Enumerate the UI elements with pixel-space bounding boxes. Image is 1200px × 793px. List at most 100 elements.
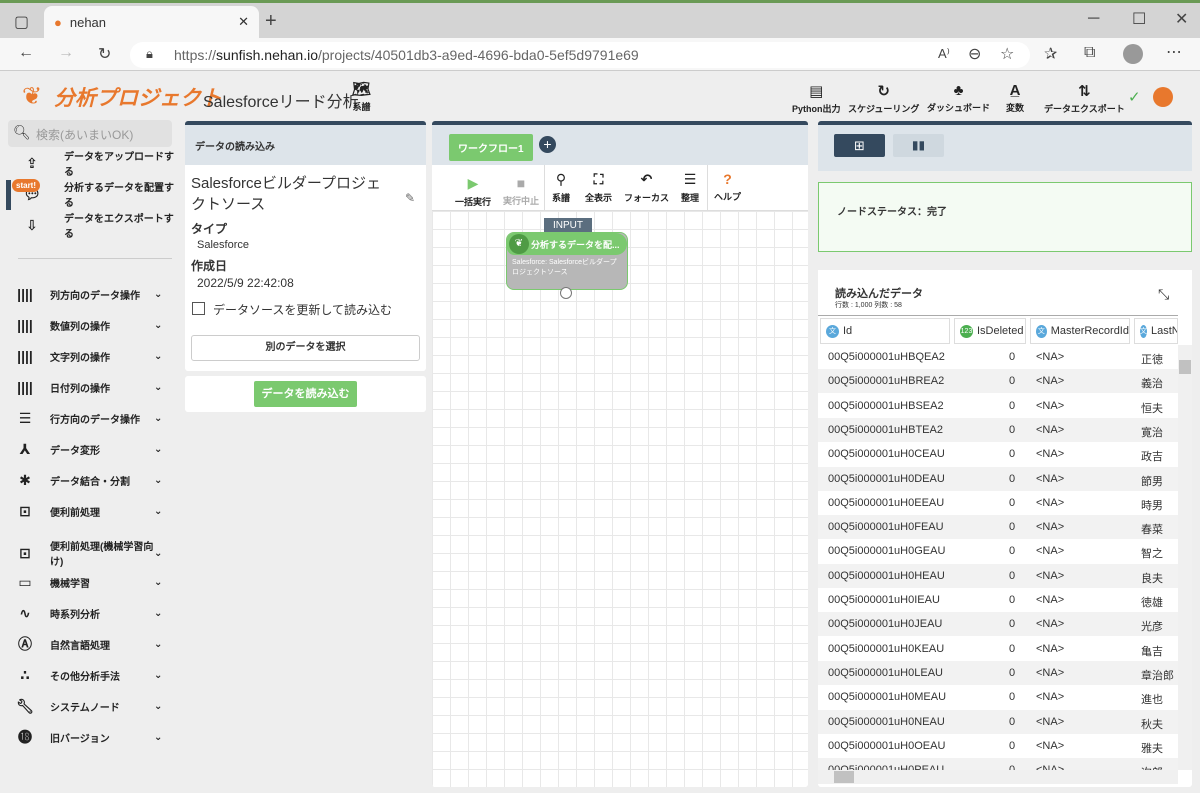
chevron-down-icon[interactable]: ⌄ <box>154 548 180 559</box>
sidebar-category[interactable]: ∿ 時系列分析 ⌄ <box>0 603 180 623</box>
node-search-input[interactable]: 検索(あいまいOK) <box>8 120 172 147</box>
sidebar-category[interactable]: ▭ 機械学習 ⌄ <box>0 572 180 592</box>
table-view-tab[interactable]: ⊞ <box>834 134 885 157</box>
variables-button[interactable]: A̲ 変数 <box>1006 82 1024 114</box>
arrange-button[interactable]: ☰ 整理 <box>681 171 699 204</box>
chevron-down-icon[interactable]: ⌄ <box>154 608 180 619</box>
chart-view-tab[interactable]: ▮▮ <box>893 134 944 157</box>
table-row[interactable]: 00Q5i000001uH0EEAU 0 <NA> 時男 <box>818 490 1178 515</box>
table-row[interactable]: 00Q5i000001uH0DEAU 0 <NA> 節男 <box>818 466 1178 491</box>
select-other-data-button[interactable]: 別のデータを選択 <box>191 335 420 361</box>
favorites-icon[interactable]: ✰ <box>1044 44 1057 64</box>
expand-icon[interactable]: ⤡ <box>1158 286 1169 303</box>
sidebar-category[interactable]: |||| 列方向のデータ操作 ⌄ <box>0 284 180 304</box>
sidebar-category[interactable]: |||| 数値列の操作 ⌄ <box>0 315 180 335</box>
sidebar-category[interactable]: ⅄ データ変形 ⌄ <box>0 439 180 459</box>
table-row[interactable]: 00Q5i000001uHBQEA2 0 <NA> 正徳 <box>818 345 1178 369</box>
sidebar-category[interactable]: Ⓐ 自然言語処理 ⌄ <box>0 634 180 654</box>
table-row[interactable]: 00Q5i000001uH0JEAU 0 <NA> 光彦 <box>818 612 1178 637</box>
close-tab-icon[interactable]: ✕ <box>238 14 249 30</box>
chevron-down-icon[interactable]: ⌄ <box>154 639 180 650</box>
table-row[interactable]: 00Q5i000001uH0LEAU 0 <NA> 章治郎 <box>818 660 1178 685</box>
chevron-down-icon[interactable]: ⌄ <box>154 351 180 362</box>
table-row[interactable]: 00Q5i000001uH0OEAU 0 <NA> 雅夫 <box>818 733 1178 758</box>
profile-icon[interactable] <box>1123 44 1143 64</box>
lock-icon[interactable]: 🔒︎ <box>146 46 153 62</box>
sidebar-category[interactable]: ⊡ 便利前処理 ⌄ <box>0 501 180 521</box>
table-row[interactable]: 00Q5i000001uH0FEAU 0 <NA> 春菜 <box>818 515 1178 540</box>
dashboard-button[interactable]: ♣ ダッシュボード <box>927 82 990 114</box>
help-button[interactable]: ? ヘルプ <box>714 171 741 203</box>
chevron-down-icon[interactable]: ⌄ <box>154 444 180 455</box>
add-workflow-icon[interactable]: + <box>539 136 556 153</box>
python-export-button[interactable]: ▤ Python出力 <box>792 82 841 115</box>
focus-button[interactable]: ↶ フォーカス <box>624 171 669 204</box>
table-row[interactable]: 00Q5i000001uHBREA2 0 <NA> 義治 <box>818 369 1178 394</box>
table-row[interactable]: 00Q5i000001uH0GEAU 0 <NA> 智之 <box>818 539 1178 564</box>
sidebar-category[interactable]: ⊡ 便利前処理(機械学習向け) ⌄ <box>0 534 180 572</box>
table-row[interactable]: 00Q5i000001uH0NEAU 0 <NA> 秋夫 <box>818 709 1178 734</box>
table-row[interactable]: 00Q5i000001uH0HEAU 0 <NA> 良夫 <box>818 563 1178 588</box>
user-avatar[interactable] <box>1153 87 1173 107</box>
sidebar-category[interactable]: ✱ データ結合・分割 ⌄ <box>0 470 180 490</box>
column-header[interactable]: 文 MasterRecordId <box>1030 318 1130 344</box>
lineage-button[interactable]: 🗺︎ 系譜 <box>352 80 371 113</box>
chevron-down-icon[interactable]: ⌄ <box>154 382 180 393</box>
vertical-scrollbar[interactable] <box>1178 345 1192 770</box>
workflow-node[interactable]: 分析するデータを配... ❦ Salesforce: Salesforceビルダ… <box>506 232 628 290</box>
sidebar-category[interactable]: ⓲ 旧バージョン ⌄ <box>0 727 180 747</box>
sidebar-category[interactable]: ☰ 行方向のデータ操作 ⌄ <box>0 408 180 428</box>
edit-icon[interactable]: ✎ <box>405 191 415 205</box>
zoom-icon[interactable]: ⊖ <box>968 44 981 64</box>
chevron-down-icon[interactable]: ⌄ <box>154 701 180 712</box>
url-input[interactable]: https://sunfish.nehan.io/projects/40501d… <box>130 42 1030 68</box>
table-row[interactable]: 00Q5i000001uHBSEA2 0 <NA> 恒夫 <box>818 393 1178 418</box>
table-row[interactable]: 00Q5i000001uHBTEA2 0 <NA> 寛治 <box>818 417 1178 442</box>
chevron-down-icon[interactable]: ⌄ <box>154 475 180 486</box>
column-header[interactable]: 文 LastName <box>1134 318 1178 344</box>
table-row[interactable]: 00Q5i000001uH0KEAU 0 <NA> 亀吉 <box>818 636 1178 661</box>
sidebar-item-export[interactable]: ⇩ データをエクスポートする <box>0 214 180 240</box>
table-row[interactable]: 00Q5i000001uH0MEAU 0 <NA> 進也 <box>818 685 1178 710</box>
workflow-canvas[interactable]: INPUT 分析するデータを配... ❦ Salesforce: Salesfo… <box>432 211 808 787</box>
favorite-add-icon[interactable]: ☆ <box>1000 44 1014 64</box>
column-header[interactable]: 123 IsDeleted <box>954 318 1026 344</box>
node-output-port[interactable] <box>560 287 572 299</box>
run-all-button[interactable]: ▶ 一括実行 <box>455 175 491 208</box>
chevron-down-icon[interactable]: ⌄ <box>154 413 180 424</box>
scheduling-button[interactable]: ↻ スケジューリング <box>848 82 919 115</box>
chevron-down-icon[interactable]: ⌄ <box>154 670 180 681</box>
stop-button[interactable]: ■ 実行中止 <box>503 175 539 207</box>
sidebar-item-upload[interactable]: ⇪ データをアップロードする <box>0 152 180 178</box>
chevron-down-icon[interactable]: ⌄ <box>154 506 180 517</box>
sidebar-category[interactable]: 🔧︎ システムノード ⌄ <box>0 696 180 716</box>
more-icon[interactable]: ⋯ <box>1166 42 1182 62</box>
sidebar-category[interactable]: |||| 文字列の操作 ⌄ <box>0 346 180 366</box>
read-aloud-icon[interactable]: A⁾ <box>938 46 950 62</box>
table-row[interactable]: 00Q5i000001uH0PEAU 0 <NA> 次郎 <box>818 758 1178 770</box>
table-row[interactable]: 00Q5i000001uH0IEAU 0 <NA> 徳雄 <box>818 588 1178 612</box>
app-logo[interactable]: 分析プロジェクト <box>54 82 222 112</box>
workflow-tab[interactable]: ワークフロー1 <box>449 134 533 161</box>
table-row[interactable]: 00Q5i000001uH0CEAU 0 <NA> 政吉 <box>818 442 1178 467</box>
chevron-down-icon[interactable]: ⌄ <box>154 577 180 588</box>
fit-view-button[interactable]: ⛶ 全表示 <box>585 171 612 204</box>
collections-icon[interactable]: ⧉ <box>1084 44 1095 62</box>
chevron-down-icon[interactable]: ⌄ <box>154 320 180 331</box>
chevron-down-icon[interactable]: ⌄ <box>154 289 180 300</box>
horizontal-scrollbar[interactable] <box>818 770 1178 784</box>
lineage-tool-button[interactable]: ⚲ 系譜 <box>552 171 570 204</box>
minimize-icon[interactable]: ─ <box>1088 10 1099 28</box>
load-data-button[interactable]: データを読み込む <box>254 381 357 407</box>
maximize-icon[interactable]: ☐ <box>1132 9 1146 29</box>
browser-tab[interactable]: ● nehan ✕ <box>44 6 259 38</box>
data-export-button[interactable]: ⇅ データエクスポート <box>1044 82 1125 115</box>
sidebar-category[interactable]: ∴ その他分析手法 ⌄ <box>0 665 180 685</box>
chevron-down-icon[interactable]: ⌄ <box>154 732 180 743</box>
sidebar-category[interactable]: |||| 日付列の操作 ⌄ <box>0 377 180 397</box>
tab-actions-icon[interactable]: ▢ <box>14 12 29 32</box>
refresh-checkbox[interactable] <box>192 302 205 315</box>
reload-icon[interactable]: ↻ <box>98 44 111 64</box>
window-close-icon[interactable]: ✕ <box>1175 9 1188 29</box>
column-header[interactable]: 文 Id <box>820 318 950 344</box>
